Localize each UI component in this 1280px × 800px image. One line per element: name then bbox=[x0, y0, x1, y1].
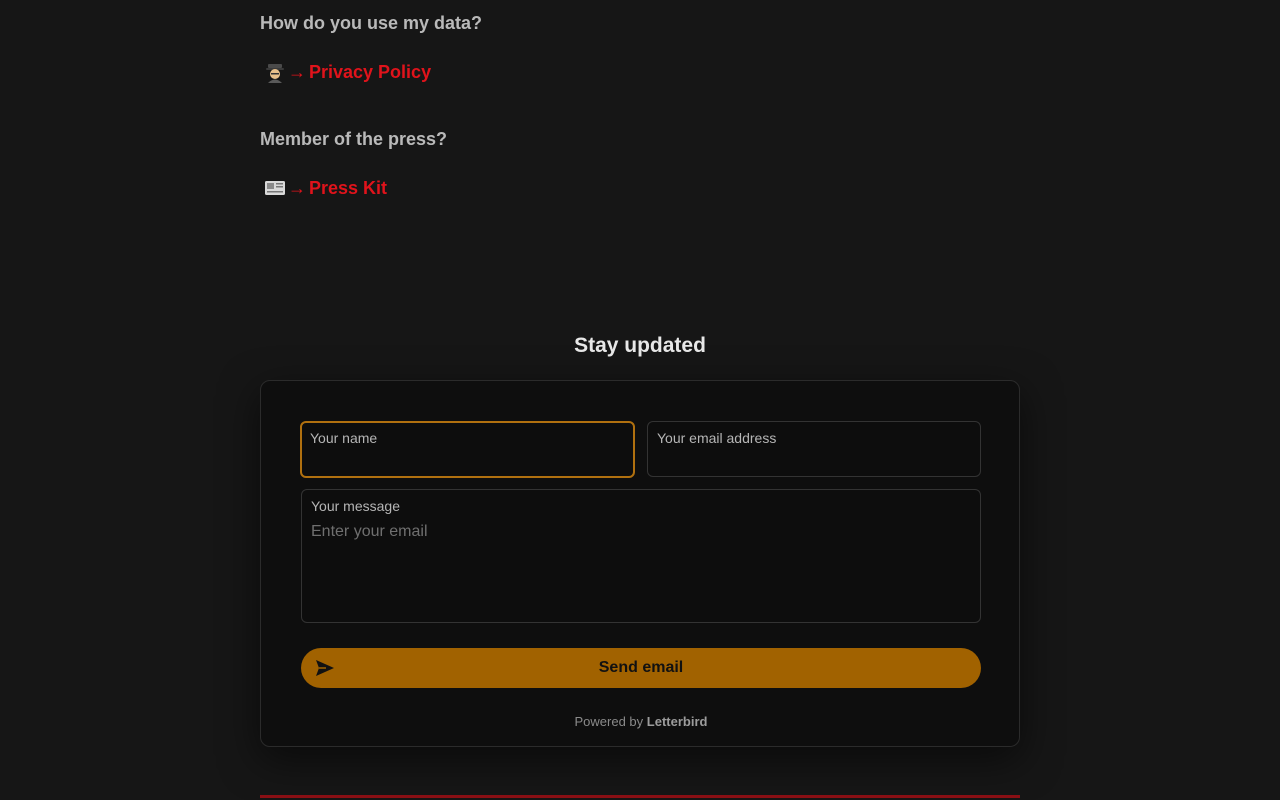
section-title: Stay updated bbox=[574, 334, 706, 357]
powered-by-prefix: Powered by bbox=[574, 714, 644, 729]
press-question: Member of the press? bbox=[260, 129, 448, 149]
letterbird-link[interactable]: Letterbird bbox=[647, 714, 708, 729]
arrow-glyph: → bbox=[288, 177, 306, 198]
detective-emoji-icon bbox=[264, 61, 286, 83]
privacy-policy-label: Privacy Policy bbox=[309, 61, 432, 82]
powered-by: Powered by Letterbird bbox=[261, 714, 1021, 729]
message-field-label: Your message bbox=[311, 498, 400, 514]
send-icon bbox=[315, 659, 335, 677]
press-kit-link[interactable]: → Press Kit bbox=[264, 177, 387, 199]
send-email-button[interactable]: Send email bbox=[301, 648, 981, 688]
send-email-label: Send email bbox=[598, 659, 684, 676]
arrow-glyph: → bbox=[288, 61, 306, 82]
privacy-policy-link[interactable]: → Privacy Policy bbox=[264, 61, 431, 83]
newspaper-emoji-icon bbox=[264, 177, 286, 199]
name-field[interactable]: Your name bbox=[300, 421, 635, 478]
contact-form-card: Your name Your email address Your messag… bbox=[260, 380, 1020, 747]
footer-divider bbox=[260, 795, 1020, 798]
message-field[interactable]: Your message Enter your email bbox=[301, 489, 981, 623]
press-kit-label: Press Kit bbox=[309, 177, 388, 198]
email-field[interactable]: Your email address bbox=[647, 421, 981, 477]
data-usage-question: How do you use my data? bbox=[260, 13, 483, 33]
message-placeholder: Enter your email bbox=[311, 523, 428, 540]
name-field-label: Your name bbox=[310, 430, 378, 446]
email-field-label: Your email address bbox=[657, 430, 777, 446]
